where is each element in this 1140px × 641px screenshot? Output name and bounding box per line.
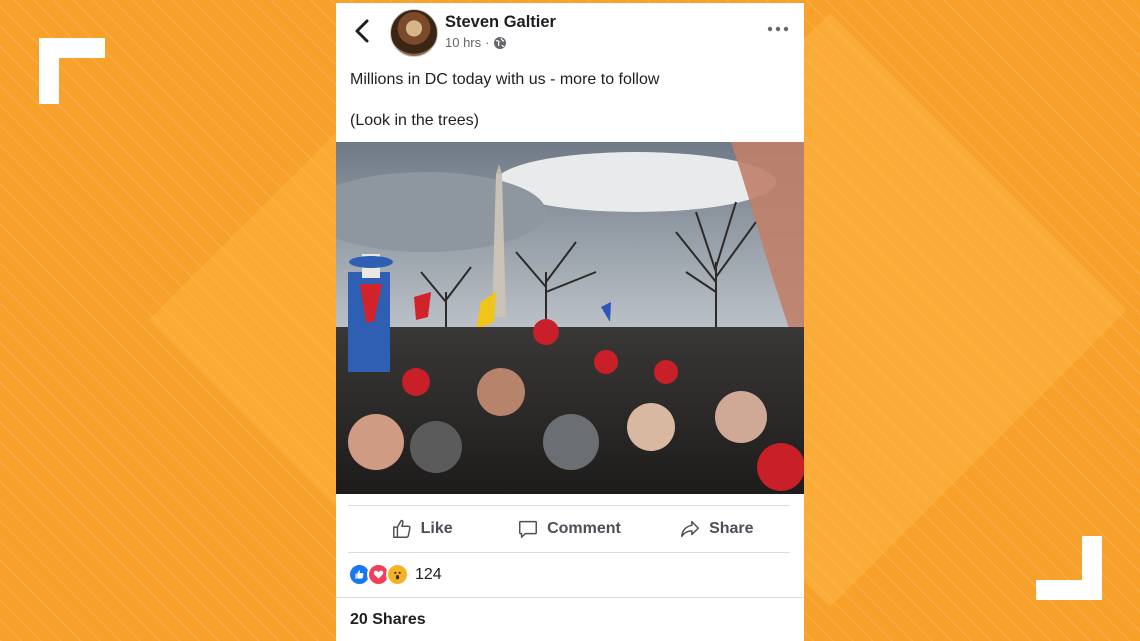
post-photo[interactable] bbox=[336, 142, 804, 494]
comment-bubble-icon bbox=[519, 520, 538, 538]
share-label: Share bbox=[709, 520, 754, 537]
post-time[interactable]: 10 hrs bbox=[445, 35, 481, 50]
like-label: Like bbox=[420, 520, 453, 537]
post-action-bar: Like Comment Share bbox=[348, 505, 790, 553]
broadcast-corner-bracket bbox=[39, 38, 105, 104]
share-count[interactable]: 20 Shares bbox=[350, 611, 426, 629]
share-arrow-icon bbox=[681, 520, 700, 538]
divider bbox=[336, 597, 804, 598]
facebook-post-card: Steven Galtier 10 hrs · Millions in DC t… bbox=[336, 3, 804, 641]
post-text: Millions in DC today with us - more to f… bbox=[350, 71, 660, 88]
reaction-summary[interactable]: 124 bbox=[348, 563, 442, 586]
back-arrow-icon[interactable] bbox=[350, 17, 374, 45]
comment-button[interactable]: Comment bbox=[495, 506, 642, 552]
post-meta: 10 hrs · bbox=[445, 35, 507, 50]
like-button[interactable]: Like bbox=[348, 506, 495, 552]
share-button[interactable]: Share bbox=[643, 506, 790, 552]
meta-separator: · bbox=[485, 35, 490, 50]
wow-reaction-icon bbox=[386, 563, 409, 586]
more-options-icon[interactable] bbox=[766, 17, 790, 41]
author-name[interactable]: Steven Galtier bbox=[445, 13, 556, 32]
crowd-photo-illustration bbox=[336, 142, 804, 494]
avatar[interactable] bbox=[390, 9, 438, 57]
broadcast-corner-bracket bbox=[1036, 536, 1102, 600]
globe-icon bbox=[494, 36, 507, 49]
comment-label: Comment bbox=[547, 520, 621, 537]
post-text: (Look in the trees) bbox=[350, 112, 479, 129]
like-thumb-icon bbox=[392, 519, 411, 538]
reaction-count: 124 bbox=[415, 565, 442, 583]
